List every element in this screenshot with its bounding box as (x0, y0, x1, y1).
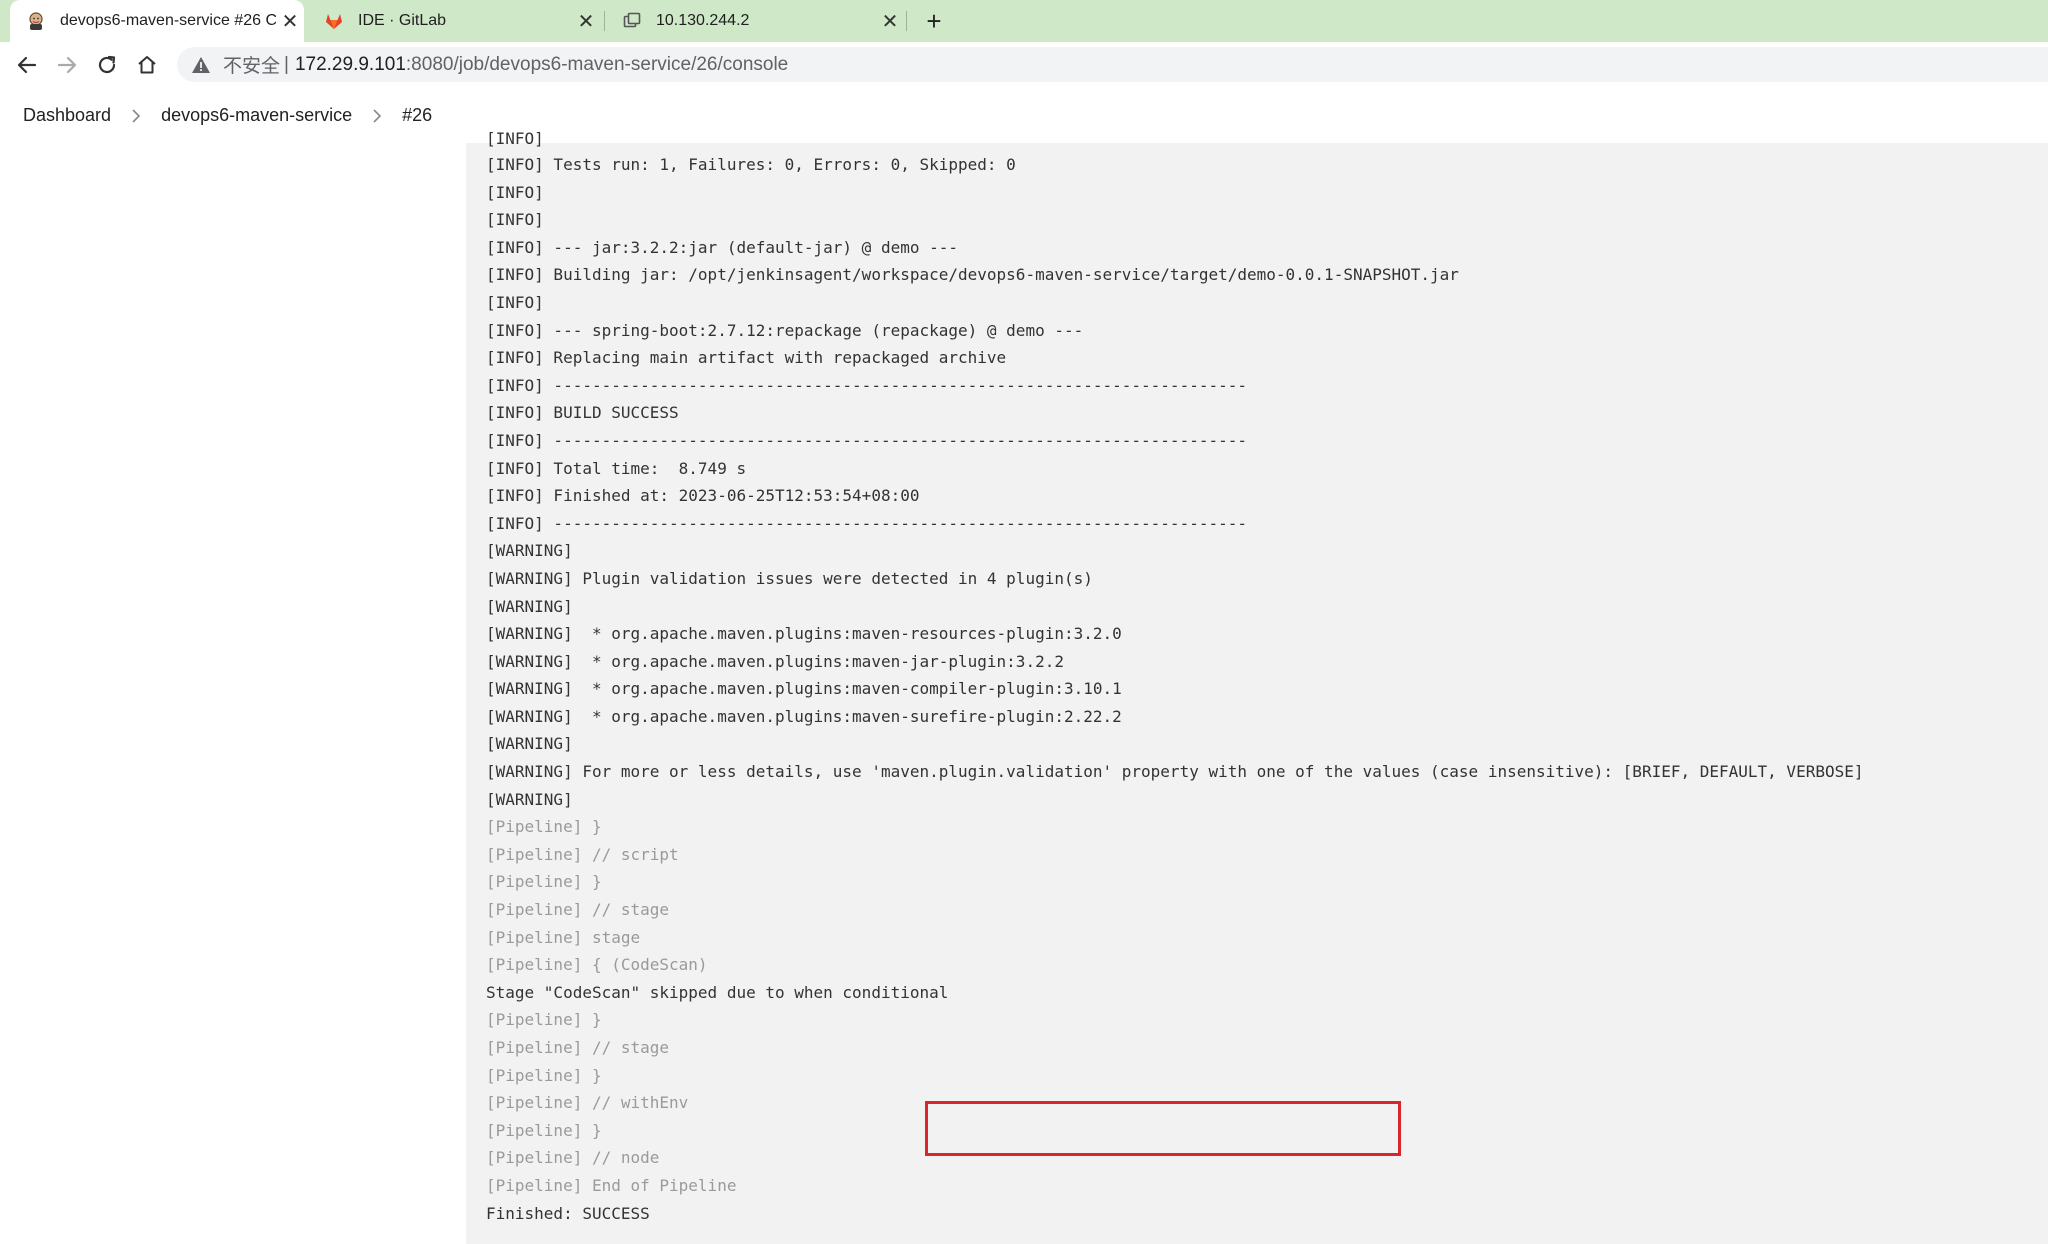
breadcrumb-job[interactable]: devops6-maven-service (161, 105, 352, 126)
address-bar[interactable]: 不安全 | 172.29.9.101 :8080/job/devops6-mav… (177, 47, 2048, 82)
reload-icon (98, 55, 116, 74)
forward-button[interactable] (52, 50, 82, 80)
tab-title: IDE · GitLab (358, 12, 447, 29)
breadcrumb-dashboard[interactable]: Dashboard (23, 105, 111, 126)
remote-desktop-icon (623, 12, 641, 28)
console-line: [INFO] Replacing main artifact with repa… (486, 348, 1007, 368)
console-line: [INFO] --- jar:3.2.2:jar (default-jar) @… (486, 237, 959, 257)
address-host: 172.29.9.101 (294, 53, 406, 75)
console-line: [INFO] (486, 292, 544, 312)
console-line: [INFO] Finished at: 2023-06-25T12:53:54+… (486, 486, 920, 506)
console-line-partial: [INFO] (486, 129, 544, 148)
console-line: [INFO] Total time: 8.749 s (486, 458, 747, 478)
address-separator: | (284, 53, 289, 75)
close-icon[interactable]: ✕ (276, 9, 304, 34)
console-line: [Pipeline] // script (486, 844, 679, 864)
console-line: [INFO] --- spring-boot:2.7.12:repackage … (486, 320, 1084, 340)
tab-gitlab[interactable]: IDE · GitLab ✕ (308, 0, 600, 42)
breadcrumb: Dashboard devops6-maven-service #26 (0, 88, 2048, 143)
arrow-left-icon (17, 56, 37, 74)
console-lines: [INFO] Tests run: 1, Failures: 0, Errors… (486, 151, 1864, 1227)
console-line: [INFO] BUILD SUCCESS (486, 403, 679, 423)
home-icon (138, 56, 156, 74)
arrow-right-icon (57, 56, 77, 74)
console-output: [INFO] [INFO] Tests run: 1, Failures: 0,… (466, 129, 2048, 1244)
console-line: [Pipeline] } (486, 1065, 602, 1085)
back-button[interactable] (12, 50, 42, 80)
tab-separator (906, 11, 907, 31)
close-icon[interactable]: ✕ (876, 9, 904, 34)
console-line: [WARNING] * org.apache.maven.plugins:mav… (486, 624, 1122, 644)
console-line: [INFO] Building jar: /opt/jenkinsagent/w… (486, 265, 1459, 285)
warning-icon (192, 56, 210, 73)
browser-toolbar: 不安全 | 172.29.9.101 :8080/job/devops6-mav… (0, 42, 2048, 87)
console-line: [INFO] ---------------------------------… (486, 430, 1247, 450)
console-line: [Pipeline] End of Pipeline (486, 1175, 737, 1195)
console-line: [WARNING] Plugin validation issues were … (486, 568, 1093, 588)
console-line: [WARNING] (486, 789, 573, 809)
console-line: [Pipeline] { (CodeScan) (486, 955, 708, 975)
jenkins-icon (29, 12, 43, 30)
gitlab-icon (326, 14, 342, 29)
tab-title: devops6-maven-service #26 Console (60, 12, 276, 29)
close-icon[interactable]: ✕ (572, 9, 600, 34)
console-line: [WARNING] (486, 596, 573, 616)
console-line: [WARNING] * org.apache.maven.plugins:mav… (486, 706, 1122, 726)
console-line: Finished: SUCCESS (486, 1203, 650, 1223)
console-line: [Pipeline] } (486, 817, 602, 837)
chevron-right-icon (111, 108, 161, 123)
console-line: [WARNING] (486, 734, 573, 754)
console-line: [Pipeline] // stage (486, 900, 670, 920)
insecure-label: 不安全 (223, 56, 281, 77)
breadcrumb-build[interactable]: #26 (402, 105, 432, 126)
annotation-highlight-box (925, 1101, 1401, 1156)
new-tab-button[interactable]: + (920, 0, 948, 42)
tab-strip: devops6-maven-service #26 Console ✕ IDE … (0, 0, 2048, 42)
console-line: [WARNING] * org.apache.maven.plugins:mav… (486, 651, 1064, 671)
console-line: [WARNING] * org.apache.maven.plugins:mav… (486, 679, 1122, 699)
tab-jenkins-console[interactable]: devops6-maven-service #26 Console ✕ (10, 0, 304, 42)
tab-title: 10.130.244.2 (656, 12, 750, 29)
tab-remote[interactable]: 10.130.244.2 ✕ (606, 0, 904, 42)
console-line: [Pipeline] stage (486, 927, 641, 947)
console-line: [WARNING] For more or less details, use … (486, 762, 1864, 782)
console-line: [INFO] ---------------------------------… (486, 513, 1247, 533)
reload-button[interactable] (92, 50, 122, 80)
console-line: [INFO] Tests run: 1, Failures: 0, Errors… (486, 155, 1016, 174)
console-line: Stage "CodeScan" skipped due to when con… (486, 982, 949, 1002)
tab-separator (604, 11, 605, 31)
console-line: [WARNING] (486, 541, 573, 561)
console-line: [Pipeline] } (486, 872, 602, 892)
console-line: [Pipeline] // stage (486, 1038, 670, 1057)
chevron-right-icon (352, 108, 402, 123)
console-line: [Pipeline] } (486, 1010, 602, 1030)
address-path: :8080/job/devops6-maven-service/26/conso… (405, 53, 789, 75)
home-button[interactable] (132, 50, 162, 80)
console-line: [INFO] (486, 182, 544, 202)
console-line: [INFO] (486, 210, 544, 230)
console-line: [INFO] ---------------------------------… (486, 375, 1247, 395)
